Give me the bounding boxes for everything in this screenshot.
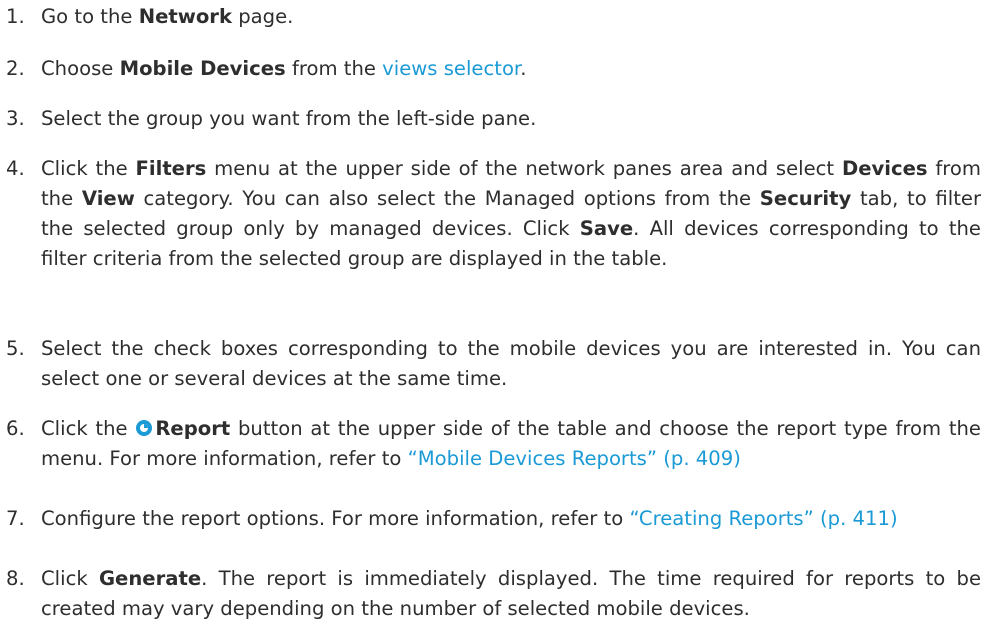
views-selector-link[interactable]: views selector bbox=[382, 57, 520, 80]
step-number: 2. bbox=[6, 57, 25, 80]
step-text: Choose Mobile Devices from the views sel… bbox=[41, 57, 527, 80]
ui-term-network: Network bbox=[138, 5, 232, 28]
ui-term-mobile-devices: Mobile Devices bbox=[119, 57, 286, 80]
step-text: Select the group you want from the left-… bbox=[41, 107, 537, 130]
step-text: Click Generate. The report is immediatel… bbox=[41, 567, 981, 620]
ui-term-report: Report bbox=[155, 417, 231, 440]
ui-term-generate: Generate bbox=[98, 567, 202, 590]
ui-term-security: Security bbox=[759, 187, 852, 210]
creating-reports-link[interactable]: “Creating Reports” (p. 411) bbox=[629, 507, 897, 530]
step-text: Click the Report button at the upper sid… bbox=[41, 416, 981, 470]
mobile-devices-reports-link[interactable]: “Mobile Devices Reports” (p. 409) bbox=[408, 447, 741, 470]
step-text: Click the Filters menu at the upper side… bbox=[41, 157, 982, 270]
ui-term-save: Save bbox=[579, 217, 634, 240]
step-text: Go to the Network page. bbox=[41, 5, 294, 28]
step-text: Select the check boxes corresponding to … bbox=[41, 337, 981, 390]
step-number: 1. bbox=[6, 5, 25, 28]
ui-term-view: View bbox=[81, 187, 135, 210]
step-number: 8. bbox=[6, 567, 25, 590]
step-number: 5. bbox=[6, 337, 25, 360]
ui-term-filters: Filters bbox=[135, 157, 207, 180]
ui-term-devices: Devices bbox=[841, 157, 928, 180]
step-text: Configure the report options. For more i… bbox=[41, 507, 898, 530]
step-number: 3. bbox=[6, 107, 25, 130]
step-number: 7. bbox=[6, 507, 25, 530]
step-number: 4. bbox=[6, 157, 25, 180]
step-number: 6. bbox=[6, 417, 25, 440]
report-icon bbox=[135, 416, 153, 436]
